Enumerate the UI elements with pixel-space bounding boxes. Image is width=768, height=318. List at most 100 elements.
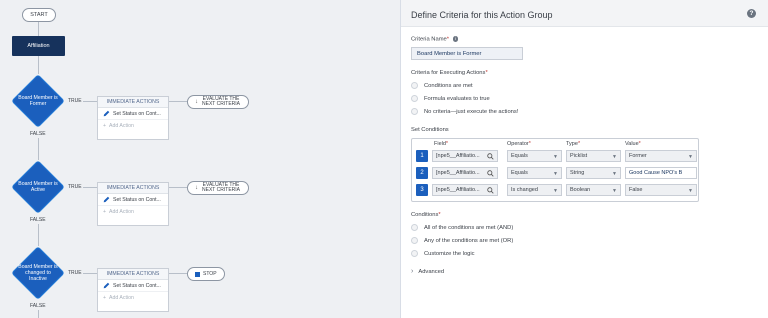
plus-icon: + [103, 295, 107, 301]
operator-select[interactable]: Is changed ▼ [507, 184, 562, 196]
info-icon[interactable]: i [452, 36, 459, 42]
connector-line [83, 101, 97, 102]
value-select[interactable]: Former ▼ [625, 150, 697, 162]
add-action-label: Add Action [109, 123, 134, 129]
criteria-panel: Define Criteria for this Action Group ? … [400, 0, 768, 318]
connector-line [83, 273, 97, 274]
plus-icon: + [103, 123, 107, 129]
start-node: START [22, 8, 56, 22]
radio-conditions-met[interactable]: Conditions are met [411, 82, 473, 89]
search-icon[interactable] [487, 170, 494, 177]
column-header-text: Type [566, 141, 578, 147]
type-select[interactable]: String ▼ [566, 167, 621, 179]
radio-no-criteria[interactable]: No criteria—just execute the actions! [411, 108, 518, 115]
radio-formula-true[interactable]: Formula evaluates to true [411, 95, 490, 102]
criteria-name-label-text: Criteria Name [411, 36, 447, 43]
radio-label: Conditions are met [424, 82, 473, 89]
type-select[interactable]: Boolean ▼ [566, 184, 621, 196]
criteria-name-input[interactable]: Board Member is Former [411, 47, 523, 60]
criteria-label: Board Member is Active [18, 181, 58, 193]
radio-icon [411, 108, 418, 115]
executing-criteria-label-text: Criteria for Executing Actions [411, 70, 486, 76]
radio-label: No criteria—just execute the actions! [424, 108, 519, 115]
search-icon[interactable] [487, 153, 494, 160]
immediate-actions-box[interactable]: IMMEDIATE ACTIONS Set Status on Cont... … [97, 182, 169, 226]
immediate-actions-header: IMMEDIATE ACTIONS [98, 269, 168, 280]
value-input[interactable]: Good Cause NPO's B [625, 167, 697, 179]
value-value: False [629, 187, 643, 193]
evaluate-next-node[interactable]: ↓ EVALUATE THE NEXT CRITERIA [187, 95, 249, 109]
radio-label: Formula evaluates to true [424, 95, 490, 102]
immediate-actions-box[interactable]: IMMEDIATE ACTIONS Set Status on Cont... … [97, 96, 169, 140]
operator-value: Equals [511, 153, 528, 159]
type-value: Boolean [570, 187, 591, 193]
field-lookup[interactable]: [npe5__Affiliatio... [432, 150, 498, 162]
chevron-down-icon: ▼ [612, 171, 617, 177]
radio-icon [411, 224, 418, 231]
condition-row: 2 [npe5__Affiliatio... Equals ▼ String ▼… [415, 166, 697, 180]
stop-node[interactable]: STOP [187, 267, 225, 281]
search-icon[interactable] [487, 187, 494, 194]
radio-icon [411, 250, 418, 257]
operator-select[interactable]: Equals ▼ [507, 167, 562, 179]
column-header-text: Field [434, 141, 446, 147]
action-item[interactable]: Set Status on Cont... [98, 108, 168, 120]
chevron-down-icon: ▼ [612, 188, 617, 194]
criteria-node-3[interactable]: Board Member is changed to Inactive [11, 246, 65, 300]
field-lookup[interactable]: [npe5__Affiliatio... [432, 167, 498, 179]
criteria-name-label: Criteria Name* i [411, 36, 459, 43]
advanced-toggle[interactable]: › Advanced [411, 268, 444, 275]
add-action-button[interactable]: + Add Action [98, 206, 168, 218]
type-select[interactable]: Picklist ▼ [566, 150, 621, 162]
condition-row: 1 [npe5__Affiliatio... Equals ▼ Picklist… [415, 149, 697, 163]
pencil-icon [103, 196, 110, 203]
action-item[interactable]: Set Status on Cont... [98, 280, 168, 292]
stop-icon [195, 271, 200, 277]
connector-line [169, 101, 187, 102]
criteria-label: Board Member is changed to Inactive [18, 264, 58, 282]
arrow-down-icon: ↓ [195, 184, 198, 191]
operator-select[interactable]: Equals ▼ [507, 150, 562, 162]
help-icon[interactable]: ? [747, 9, 756, 18]
true-label: TRUE [68, 98, 82, 104]
criteria-node-1[interactable]: Board Member is Former [11, 74, 65, 128]
field-lookup[interactable]: [npe5__Affiliatio... [432, 184, 498, 196]
criteria-node-2[interactable]: Board Member is Active [11, 160, 65, 214]
column-header-text: Value [625, 141, 639, 147]
chevron-down-icon: ▼ [553, 188, 558, 194]
radio-icon [411, 237, 418, 244]
condition-row: 3 [npe5__Affiliatio... Is changed ▼ Bool… [415, 183, 697, 197]
chevron-right-icon: › [411, 268, 414, 275]
radio-customize-logic[interactable]: Customize the logic [411, 250, 475, 257]
action-item[interactable]: Set Status on Cont... [98, 194, 168, 206]
chevron-down-icon: ▼ [688, 188, 693, 194]
column-header-type: Type* [566, 141, 581, 147]
executing-criteria-label: Criteria for Executing Actions* [411, 70, 488, 76]
radio-label: Any of the conditions are met (OR) [424, 237, 514, 244]
radio-icon [411, 95, 418, 102]
connector-line [38, 22, 39, 36]
column-header-field: Field* [434, 141, 449, 147]
true-label: TRUE [68, 184, 82, 190]
action-label: Set Status on Cont... [113, 196, 161, 203]
connector-line [38, 310, 39, 318]
object-node[interactable]: Affiliation [12, 36, 65, 56]
column-header-operator: Operator* [507, 141, 531, 147]
action-label: Set Status on Cont... [113, 282, 161, 289]
evaluate-next-node[interactable]: ↓ EVALUATE THE NEXT CRITERIA [187, 181, 249, 195]
radio-any-conditions[interactable]: Any of the conditions are met (OR) [411, 237, 513, 244]
column-header-text: Operator [507, 141, 529, 147]
value-select[interactable]: False ▼ [625, 184, 697, 196]
add-action-button[interactable]: + Add Action [98, 292, 168, 304]
add-action-button[interactable]: + Add Action [98, 120, 168, 132]
plus-icon: + [103, 209, 107, 215]
immediate-actions-header: IMMEDIATE ACTIONS [98, 183, 168, 194]
field-value: [npe5__Affiliatio... [436, 170, 480, 176]
conditions-table: Field* Operator* Type* Value* 1 [npe5__A… [411, 138, 699, 202]
false-label: FALSE [30, 131, 46, 137]
radio-icon [411, 82, 418, 89]
connector-line [169, 273, 187, 274]
radio-all-conditions[interactable]: All of the conditions are met (AND) [411, 224, 513, 231]
immediate-actions-header: IMMEDIATE ACTIONS [98, 97, 168, 108]
immediate-actions-box[interactable]: IMMEDIATE ACTIONS Set Status on Cont... … [97, 268, 169, 312]
